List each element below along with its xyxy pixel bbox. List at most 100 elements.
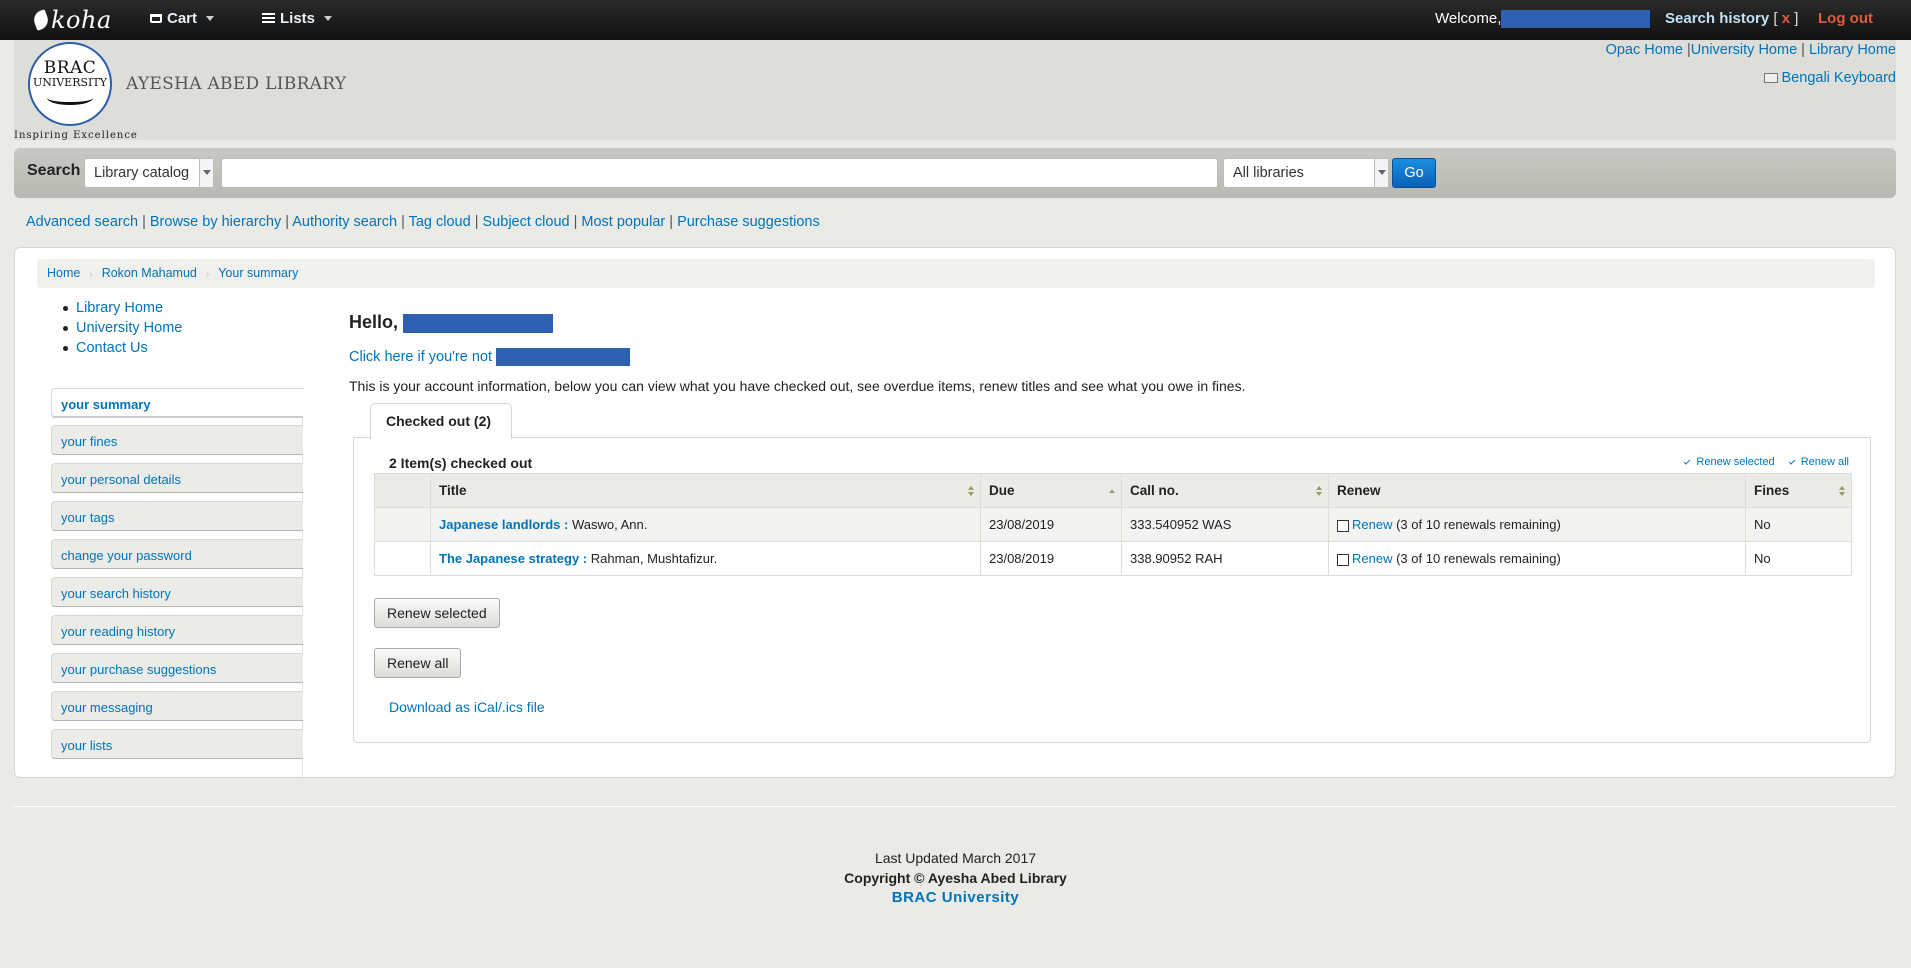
authority-search-link[interactable]: Authority search [292,214,397,230]
footer: Last Updated March 2017 Copyright © Ayes… [0,848,1911,908]
renew-link[interactable]: Renew [1352,551,1392,566]
caret-down-icon [324,16,333,21]
breadcrumb-user[interactable]: Rokon Mahamud [102,266,197,280]
redacted-patron-name [496,348,631,366]
purchase-suggestions-link[interactable]: Purchase suggestions [677,214,820,230]
copyright: Copyright © Ayesha Abed Library [844,870,1067,886]
renew-checkbox[interactable] [1337,519,1349,532]
sidebar-university-home-link[interactable]: University Home [76,318,182,338]
call-number: 338.90952 RAH [1121,541,1329,576]
renew-selected-button[interactable]: Renew selected [374,598,500,628]
chevron-down-icon [1374,159,1388,187]
tag-cloud-link[interactable]: Tag cloud [409,214,471,230]
clear-search-history-button[interactable]: x [1782,10,1790,27]
university-link[interactable]: BRAC University [0,888,1911,908]
title-link[interactable]: Japanese landlords : [439,517,568,532]
search-history: Search history [ x ] [1665,10,1799,27]
header-links: Opac Home |University Home | Library Hom… [1605,42,1896,58]
search-options-nav: Advanced search | Browse by hierarchy | … [26,214,820,230]
search-input[interactable] [221,158,1218,188]
book-icon [47,91,93,105]
select-column-header [374,473,431,508]
welcome-text: Welcome, [1435,10,1651,29]
menu-your-lists[interactable]: your lists [51,729,303,759]
column-call-no[interactable]: Call no. [1121,473,1329,508]
library-select[interactable]: All libraries [1223,158,1389,188]
title-link[interactable]: The Japanese strategy : [439,551,587,566]
logout-link[interactable]: Log out [1818,10,1873,27]
menu-change-password[interactable]: change your password [51,539,303,569]
double-check-icon [1788,457,1795,465]
cart-label: Cart [167,10,198,27]
brand-text: koha [51,6,112,34]
menu-your-search-history[interactable]: your search history [51,577,303,607]
koha-logo[interactable]: koha [31,6,112,34]
bengali-keyboard-link[interactable]: Bengali Keyboard [1763,70,1896,86]
account-info-text: This is your account information, below … [349,378,1246,394]
brac-university-logo[interactable]: BRAC UNIVERSITY [28,42,112,126]
author: Rahman, Mushtafizur. [590,551,718,566]
menu-your-personal-details[interactable]: your personal details [51,463,303,493]
lists-label: Lists [280,10,316,27]
due-date: 23/08/2019 [980,541,1122,576]
renew-selected-link[interactable]: Renew selected [1684,456,1775,468]
menu-your-summary[interactable]: your summary [51,388,303,418]
last-updated: Last Updated March 2017 [874,850,1037,866]
greeting: Hello, [349,312,554,333]
leaf-icon [31,9,51,31]
renew-all-button[interactable]: Renew all [374,648,462,678]
checked-out-table: Title Due Call no. Renew Fines Japanese … [374,473,1852,576]
ical-download-link[interactable]: Download as iCal/.ics file [389,699,545,715]
search-history-link[interactable]: Search history [1665,10,1769,27]
advanced-search-link[interactable]: Advanced search [26,214,138,230]
table-row: The Japanese strategy : Rahman, Mushtafi… [374,541,1852,576]
menu-your-purchase-suggestions[interactable]: your purchase suggestions [51,653,303,683]
menu-your-tags[interactable]: your tags [51,501,303,531]
breadcrumb-home[interactable]: Home [47,266,80,280]
menu-your-fines[interactable]: your fines [51,425,303,455]
caret-down-icon [206,16,215,21]
list-icon [262,13,275,24]
subject-cloud-link[interactable]: Subject cloud [483,214,570,230]
tab-checked-out[interactable]: Checked out (2) [370,403,512,439]
chevron-down-icon [199,159,213,187]
tagline: Inspiring Excellence [14,130,138,141]
cart-menu[interactable]: Cart [150,10,215,27]
university-home-link[interactable]: University Home [1691,42,1797,58]
user-menu: your summary your fines your personal de… [37,388,303,779]
not-you-link[interactable]: Click here if you're not [349,348,631,366]
search-scope-select[interactable]: Library catalog [84,158,214,188]
breadcrumb-summary[interactable]: Your summary [218,266,298,280]
sort-icon [1839,486,1845,496]
column-title[interactable]: Title [430,473,981,508]
renew-link[interactable]: Renew [1352,517,1392,532]
renew-links: Renew selected Renew all [1684,456,1849,468]
sidebar-links: Library Home University Home Contact Us [63,298,182,358]
items-checked-out-caption: 2 Item(s) checked out [389,455,533,471]
renewals-remaining: (3 of 10 renewals remaining) [1396,551,1561,566]
menu-your-reading-history[interactable]: your reading history [51,615,303,645]
search-bar: Search Library catalog All libraries Go [14,148,1896,198]
lists-menu[interactable]: Lists [262,10,333,27]
sort-ascending-icon [1109,486,1115,496]
renew-all-link[interactable]: Renew all [1788,456,1849,468]
go-button[interactable]: Go [1392,158,1436,188]
top-navbar: koha Cart Lists Welcome, Search history … [0,0,1911,40]
footer-divider [14,806,1896,807]
table-row: Japanese landlords : Waswo, Ann. 23/08/2… [374,507,1852,542]
menu-your-messaging[interactable]: your messaging [51,691,303,721]
library-home-link[interactable]: Library Home [1809,42,1896,58]
sidebar-library-home-link[interactable]: Library Home [76,298,163,318]
sort-icon [968,486,974,496]
browse-by-hierarchy-link[interactable]: Browse by hierarchy [150,214,281,230]
renew-checkbox[interactable] [1337,553,1349,566]
column-fines[interactable]: Fines [1745,473,1852,508]
main-panel: Home › Rokon Mahamud › Your summary Library … [14,247,1896,779]
column-due[interactable]: Due [980,473,1122,508]
library-name: AYESHA ABED LIBRARY [126,74,347,94]
most-popular-link[interactable]: Most popular [581,214,665,230]
opac-home-link[interactable]: Opac Home [1606,42,1683,58]
sidebar-contact-us-link[interactable]: Contact Us [76,338,148,358]
renewals-remaining: (3 of 10 renewals remaining) [1396,517,1561,532]
cart-icon [150,14,162,23]
